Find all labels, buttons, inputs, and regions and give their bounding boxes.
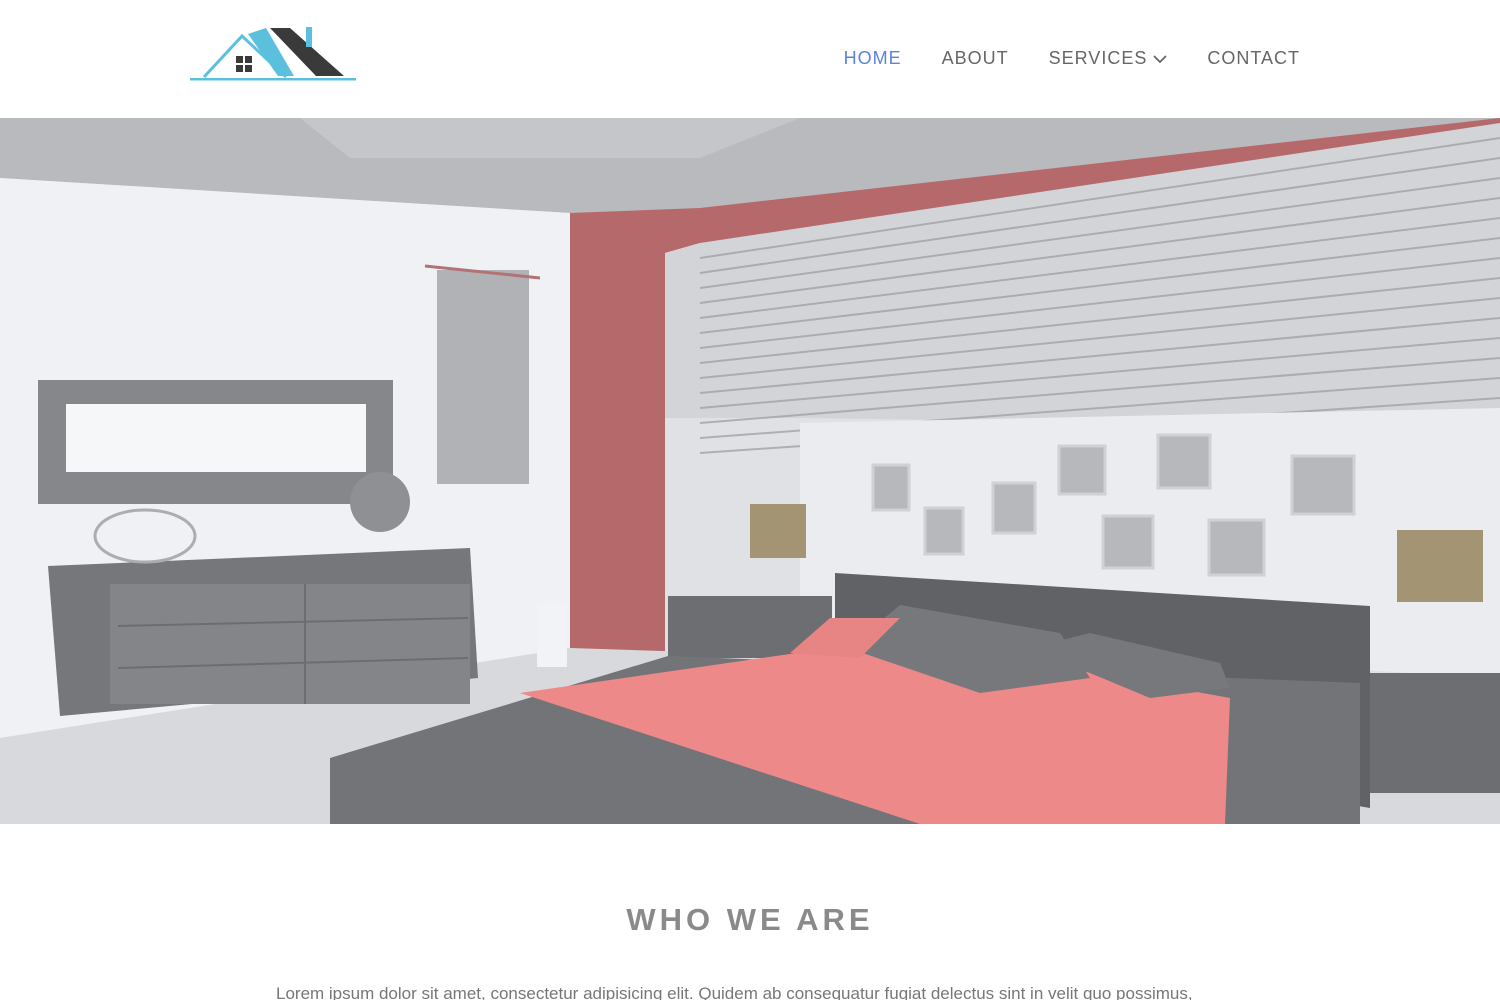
nav-services[interactable]: SERVICES <box>1049 48 1168 69</box>
main-nav: HOME ABOUT SERVICES CONTACT <box>804 48 1300 69</box>
nav-contact[interactable]: CONTACT <box>1207 48 1300 69</box>
bedroom-illustration <box>0 118 1500 824</box>
nav-home[interactable]: HOME <box>844 48 902 69</box>
section-title: WHO WE ARE <box>626 902 874 937</box>
chevron-down-icon <box>1153 54 1167 63</box>
nav-services-label: SERVICES <box>1048 48 1148 68</box>
nav-contact-label: CONTACT <box>1207 48 1300 68</box>
hero-image <box>0 118 1500 824</box>
site-header: HOME ABOUT SERVICES CONTACT <box>0 0 1500 118</box>
nav-about[interactable]: ABOUT <box>942 48 1009 69</box>
nav-home-label: HOME <box>843 48 902 68</box>
section-paragraph: Lorem ipsum dolor sit amet, consectetur … <box>276 984 1193 1000</box>
house-logo-icon[interactable] <box>190 24 358 84</box>
about-section: WHO WE ARE Lorem ipsum dolor sit amet, c… <box>0 824 1500 1000</box>
nav-about-label: ABOUT <box>941 48 1009 68</box>
